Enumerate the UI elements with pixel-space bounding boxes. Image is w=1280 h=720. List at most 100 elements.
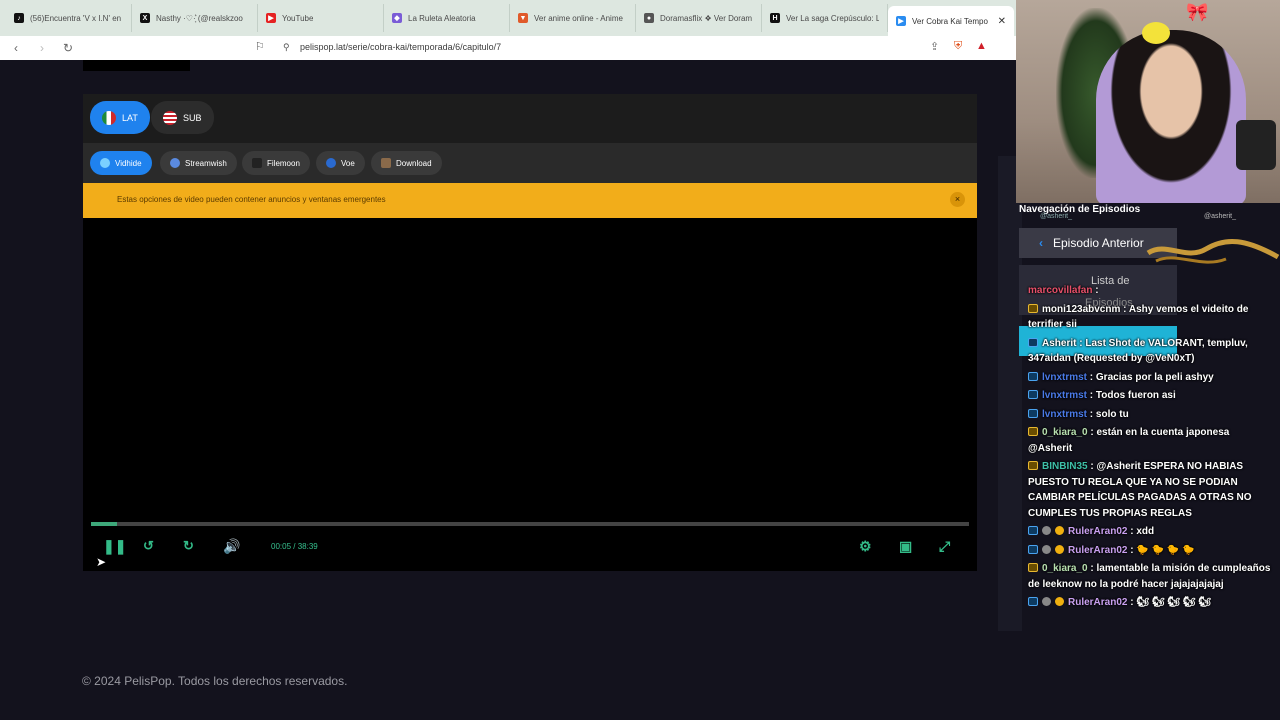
episode-nav-title: Navegación de Episodios	[1019, 204, 1141, 215]
chat-badge-icon	[1028, 544, 1038, 554]
chat-text: : 🐤 🐤 🐤 🐤	[1130, 544, 1195, 556]
fullscreen-icon[interactable]: ⤢	[939, 538, 950, 555]
server-label: Filemoon	[267, 158, 300, 168]
time-display: 00:05 / 38:39	[271, 542, 318, 551]
chat-badge-icon	[1028, 563, 1038, 572]
tab-title: Ver Cobra Kai Tempo	[912, 16, 988, 26]
browser-tab[interactable]: ● Doramasflix ❖ Ver Doram	[636, 4, 762, 32]
rewind-10-icon[interactable]: ↺	[143, 538, 154, 554]
close-tab-icon[interactable]: ✕	[998, 16, 1006, 27]
back-icon[interactable]: ‹	[6, 41, 26, 55]
chat-username[interactable]: lvnxtrmst	[1042, 372, 1087, 383]
site-info-icon[interactable]: ⚲	[283, 42, 290, 53]
forward-10-icon[interactable]: ↻	[183, 538, 194, 554]
chat-username[interactable]: 0_kiara_0	[1042, 427, 1088, 438]
chat-username[interactable]: BINBIN35	[1042, 461, 1088, 472]
chat-message: marcovillafan :	[1028, 283, 1276, 299]
chat-username[interactable]: lvnxtrmst	[1042, 409, 1087, 420]
warning-close-button[interactable]: ×	[950, 192, 965, 207]
chat-badge-icon	[1028, 427, 1038, 436]
chat-badge-icon	[1028, 390, 1038, 399]
tab-title: (56)Encuentra 'V x I.N' en	[30, 13, 122, 23]
chat-username[interactable]: RulerAran02	[1068, 597, 1127, 608]
lang-lat-button[interactable]: LAT	[90, 101, 150, 134]
tab-title: YouTube	[282, 13, 314, 23]
browser-tab[interactable]: ♪ (56)Encuentra 'V x I.N' en	[6, 4, 132, 32]
chat-message: lvnxtrmst : Gracias por la peli ashyy	[1028, 370, 1276, 386]
chat-username[interactable]: moni123abvcnm	[1042, 304, 1120, 315]
browser-tab[interactable]: ▼ Ver anime online - Anime	[510, 4, 636, 32]
chat-badge-icon	[1028, 526, 1038, 535]
wheel-icon: ◆	[392, 13, 402, 23]
mouse-cursor-icon: ➤	[96, 555, 107, 569]
chat-message: RulerAran02 : 🐤 🐤 🐤 🐤	[1028, 543, 1276, 559]
browser-tab-active[interactable]: ▶ Ver Cobra Kai Tempo ✕	[888, 6, 1014, 36]
seek-bar[interactable]	[91, 522, 969, 526]
chat-badge-icon	[1028, 303, 1038, 313]
server-label: Streamwish	[185, 158, 227, 168]
seek-bar-fill	[91, 522, 118, 526]
footer-copyright: © 2024 PelisPop. Todos los derechos rese…	[82, 674, 348, 688]
previous-episode-label: Episodio Anterior	[1053, 236, 1144, 250]
browser-tab[interactable]: ▶ YouTube	[258, 4, 384, 32]
webcam-overlay: 🎀	[1016, 0, 1280, 203]
chat-message: lvnxtrmst : solo tu	[1028, 407, 1276, 423]
chat-username[interactable]: marcovillafan	[1028, 285, 1092, 296]
tab-title: Doramasflix ❖ Ver Doram	[660, 13, 753, 23]
globe-icon: ●	[644, 13, 654, 23]
chat-username[interactable]: RulerAran02	[1068, 545, 1127, 556]
share-icon[interactable]: ⇪	[930, 40, 939, 53]
forward-icon[interactable]: ›	[32, 41, 52, 55]
reload-icon[interactable]: ↻	[58, 41, 78, 55]
language-bar: LAT SUB	[83, 94, 977, 143]
server-streamwish-button[interactable]: Streamwish	[160, 151, 237, 175]
tab-title: Ver anime online - Anime	[534, 13, 623, 23]
chevron-left-icon: ‹	[1039, 236, 1043, 250]
video-area[interactable]: ❚❚ ↺ ↻ 🔊 00:05 / 38:39 ⚙ ▣ ⤢	[83, 218, 977, 571]
picture-in-picture-icon[interactable]: ▣	[899, 538, 912, 555]
handle-right: @asherit_	[1204, 213, 1237, 220]
chat-badge-icon	[1028, 371, 1038, 381]
pause-icon[interactable]: ❚❚	[103, 538, 126, 555]
browser-tab[interactable]: X Nasthy ·♡·͙͛ (@realskzoo	[132, 4, 258, 32]
time-current: 00:05	[271, 542, 292, 551]
chat-username[interactable]: 0_kiara_0	[1042, 563, 1088, 574]
chat-text: : Todos fueron asi	[1089, 390, 1176, 401]
streamer-image	[1096, 30, 1246, 203]
lang-sub-button[interactable]: SUB	[151, 101, 214, 134]
server-vidhide-button[interactable]: Vidhide	[90, 151, 152, 175]
server-voe-button[interactable]: Voe	[316, 151, 365, 175]
dragon-decoration-icon	[1146, 238, 1280, 264]
chat-username[interactable]: Asherit	[1042, 338, 1076, 349]
time-total: 38:39	[297, 542, 318, 551]
chat-badge-icon	[1028, 597, 1038, 606]
chat-message: moni123abvcnm : Ashy vemos el videito de…	[1028, 302, 1276, 333]
download-button[interactable]: Download	[371, 151, 442, 175]
server-label: Voe	[341, 158, 355, 168]
chat-badge-icon	[1028, 337, 1038, 347]
bookmark-icon[interactable]: ⚐	[255, 40, 265, 53]
server-filemoon-button[interactable]: Filemoon	[242, 151, 310, 175]
settings-gear-icon[interactable]: ⚙	[859, 538, 872, 555]
url-field[interactable]: pelispop.lat/serie/cobra-kai/temporada/6…	[300, 42, 501, 52]
usa-flag-icon	[163, 110, 177, 125]
tab-title: La Ruleta Aleatoria	[408, 13, 476, 23]
screen: ♪ (56)Encuentra 'V x I.N' en X Nasthy ·♡·͙…	[0, 0, 1280, 720]
server-label: Download	[396, 158, 432, 168]
volume-icon[interactable]: 🔊	[223, 538, 240, 555]
rewards-icon[interactable]: ▲	[976, 40, 987, 52]
chat-username[interactable]: RulerAran02	[1068, 526, 1127, 537]
duck-toy-image	[1142, 22, 1170, 44]
browser-tab[interactable]: ◆ La Ruleta Aleatoria	[384, 4, 510, 32]
chat-username[interactable]: lvnxtrmst	[1042, 390, 1087, 401]
bow-decoration-icon: 🎀	[1186, 2, 1209, 22]
browser-tab[interactable]: H Ver La saga Crepúsculo: L	[762, 4, 888, 32]
chat-badge-icon	[1042, 544, 1051, 554]
chat-badge-icon	[1055, 544, 1064, 554]
mexico-flag-icon	[102, 110, 116, 125]
brave-shield-icon[interactable]: ⛨	[954, 40, 962, 53]
chat-badge-icon	[1028, 461, 1038, 470]
anime-icon: ▼	[518, 13, 528, 23]
header-strip	[83, 60, 190, 71]
chat-badge-icon	[1055, 597, 1064, 606]
